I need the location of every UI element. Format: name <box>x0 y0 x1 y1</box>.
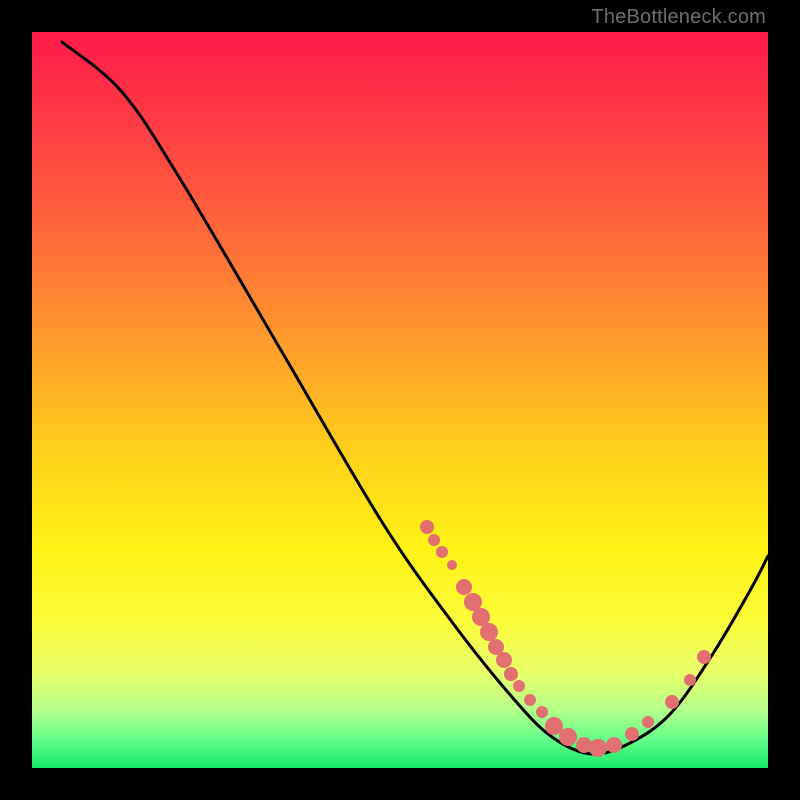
curve-marker <box>536 706 548 718</box>
curve-marker <box>504 667 518 681</box>
curve-marker <box>480 623 498 641</box>
bottleneck-curve <box>62 42 768 754</box>
curve-marker <box>697 650 711 664</box>
curve-marker <box>606 737 622 753</box>
curve-marker <box>496 652 512 668</box>
curve-marker <box>642 716 654 728</box>
chart-frame: TheBottleneck.com <box>0 0 800 800</box>
curve-layer <box>32 32 768 768</box>
curve-marker <box>684 674 696 686</box>
curve-marker <box>625 727 639 741</box>
attribution-label: TheBottleneck.com <box>591 6 766 29</box>
curve-marker <box>545 717 563 735</box>
curve-marker <box>436 546 448 558</box>
curve-marker <box>420 520 434 534</box>
curve-marker <box>665 695 679 709</box>
curve-marker <box>513 680 525 692</box>
curve-marker <box>589 739 607 757</box>
curve-marker <box>559 728 577 746</box>
curve-marker <box>524 694 536 706</box>
curve-marker <box>456 579 472 595</box>
plot-area <box>32 32 768 768</box>
curve-marker <box>447 560 457 570</box>
curve-marker <box>428 534 440 546</box>
